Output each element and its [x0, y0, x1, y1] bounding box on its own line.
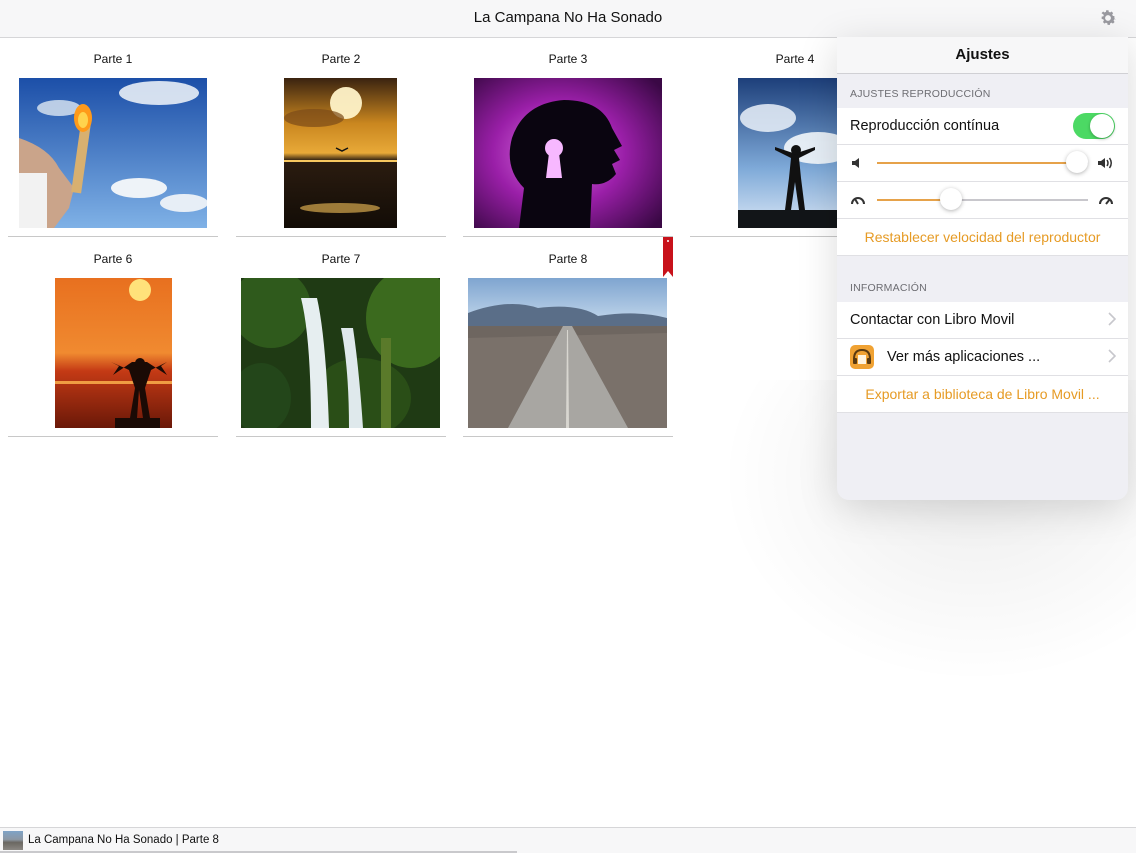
info-section-header-wrap: INFORMACIÓN [837, 256, 1128, 302]
libro-movil-app-icon [850, 345, 874, 369]
part-tile-3[interactable]: Parte 3 [463, 37, 673, 237]
part-tile-2[interactable]: Parte 2 [236, 37, 446, 237]
volume-low-icon [852, 158, 859, 168]
book-title: La Campana No Ha Sonado [473, 9, 663, 26]
volume-high-icon [1098, 157, 1112, 169]
more-apps-row[interactable]: Ver más aplicaciones ... [837, 339, 1128, 376]
part-cover-image [19, 78, 207, 228]
volume-slider-fill [877, 162, 1078, 164]
now-playing-title: La Campana No Ha Sonado | Parte 8 [28, 834, 219, 846]
volume-row [837, 145, 1128, 182]
continuous-playback-toggle[interactable] [1073, 113, 1115, 139]
contact-label[interactable]: Contactar con Libro Movil [850, 312, 1014, 328]
settings-title: Ajustes [837, 37, 1128, 74]
bookmark-ribbon-icon [663, 237, 673, 277]
part-tile-8[interactable]: Parte 8 [463, 237, 673, 437]
part-cover-image [241, 278, 440, 428]
part-tile-7[interactable]: Parte 7 [236, 237, 446, 437]
part-label: Parte 3 [548, 52, 588, 66]
speed-fast-icon [1099, 197, 1113, 205]
chevron-right-icon [1108, 349, 1116, 363]
volume-slider[interactable] [877, 151, 1089, 173]
settings-popover: Ajustes AJUSTES REPRODUCCIÓN Reproducció… [837, 37, 1128, 500]
gear-icon[interactable] [1098, 8, 1118, 28]
top-navigation-bar: La Campana No Ha Sonado [0, 0, 1136, 38]
part-label: Parte 7 [321, 252, 361, 266]
speed-slider-thumb[interactable] [939, 188, 962, 210]
export-row[interactable]: Exportar a biblioteca de Libro Movil ... [837, 376, 1128, 413]
part-label: Parte 1 [93, 52, 133, 66]
playback-section-header: AJUSTES REPRODUCCIÓN [850, 88, 991, 100]
now-playing-thumbnail [3, 831, 23, 850]
part-tile-1[interactable]: Parte 1 [8, 37, 218, 237]
speed-row [837, 182, 1128, 219]
playback-section-header-wrap: AJUSTES REPRODUCCIÓN [837, 74, 1128, 108]
part-cover-image [284, 78, 397, 228]
chevron-right-icon [1108, 312, 1116, 326]
speed-slider[interactable] [877, 188, 1088, 210]
part-cover-image [55, 278, 172, 428]
more-apps-label[interactable]: Ver más aplicaciones ... [887, 349, 1040, 365]
reset-speed-button[interactable]: Restablecer velocidad del reproductor [837, 229, 1128, 245]
part-tile-6[interactable]: Parte 6 [8, 237, 218, 437]
reset-speed-row[interactable]: Restablecer velocidad del reproductor [837, 219, 1128, 256]
part-cover-image [738, 78, 851, 228]
part-label: Parte 6 [93, 252, 133, 266]
toggle-knob[interactable] [1090, 114, 1114, 138]
continuous-playback-label: Reproducción contínua [850, 118, 1000, 134]
volume-slider-thumb[interactable] [1066, 151, 1089, 173]
contact-row[interactable]: Contactar con Libro Movil [837, 302, 1128, 339]
export-library-button[interactable]: Exportar a biblioteca de Libro Movil ... [837, 386, 1128, 402]
speed-slow-icon [851, 197, 865, 205]
part-label: Parte 2 [321, 52, 361, 66]
continuous-playback-row: Reproducción contínua [837, 108, 1128, 145]
part-cover-image [474, 78, 662, 228]
now-playing-bar[interactable]: La Campana No Ha Sonado | Parte 8 [0, 827, 1136, 853]
info-section-header: INFORMACIÓN [850, 282, 927, 294]
part-label: Parte 8 [548, 252, 588, 266]
part-cover-image [468, 278, 667, 428]
